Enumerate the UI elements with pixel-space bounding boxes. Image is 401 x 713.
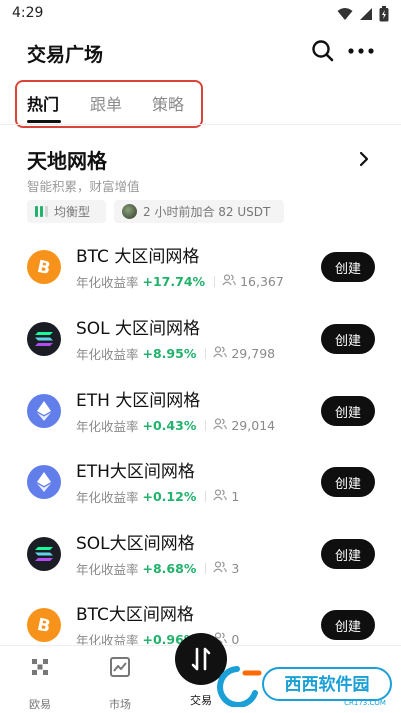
battery-icon <box>379 6 389 22</box>
bot-meta: 年化收益率 +0.12% 1 <box>76 487 239 506</box>
chevron-right-icon[interactable] <box>356 150 372 168</box>
create-button[interactable]: 创建 <box>321 610 375 640</box>
apy-label: 年化收益率 <box>76 419 139 434</box>
list-item[interactable]: SOL 大区间网格年化收益率 +8.95% 29,798 创建 <box>0 312 401 372</box>
bot-meta: 年化收益率 +0.43% 29,014 <box>76 416 275 435</box>
bot-meta: 年化收益率 +17.74% 16,367 <box>76 272 284 291</box>
bot-meta: 年化收益率 +8.95% 29,798 <box>76 344 275 363</box>
section-subtitle: 智能积累，财富增值 <box>27 179 140 194</box>
watermark-text: 西西软件园 <box>285 674 370 695</box>
users-icon <box>213 346 228 361</box>
trade-swap-icon <box>191 647 211 671</box>
bot-title: ETH大区间网格 <box>76 462 195 482</box>
tab-copy-trading[interactable]: 跟单 <box>90 91 122 115</box>
bot-meta: 年化收益率 +8.68% 3 <box>76 559 239 578</box>
user-count: 29,014 <box>231 418 276 433</box>
page-title: 交易广场 <box>27 44 104 66</box>
user-count: 16,367 <box>240 274 284 289</box>
users-icon <box>213 418 228 433</box>
users-icon <box>213 489 228 504</box>
risk-bars-icon <box>35 206 48 217</box>
list-item[interactable]: SOL大区间网格年化收益率 +8.68% 3 创建 <box>0 527 401 587</box>
avatar <box>122 204 137 219</box>
apy-value: +17.74% <box>142 274 206 289</box>
create-button[interactable]: 创建 <box>321 396 375 426</box>
risk-level-label: 均衡型 <box>54 205 91 219</box>
status-bar: 4:29 <box>0 0 401 28</box>
search-icon <box>312 40 334 62</box>
sol-icon <box>27 322 61 356</box>
section-title[interactable]: 天地网格 <box>27 145 107 174</box>
search-button[interactable] <box>310 38 336 64</box>
bot-title: SOL大区间网格 <box>76 534 195 554</box>
signal-icon <box>360 8 372 20</box>
list-item[interactable]: B BTC 大区间网格年化收益率 +17.74% 16,367 创建 <box>0 240 401 300</box>
tab-strategy[interactable]: 策略 <box>152 91 184 115</box>
tab-hot[interactable]: 热门 <box>27 91 59 115</box>
apy-label: 年化收益率 <box>76 490 139 505</box>
users-icon <box>213 561 228 576</box>
btc-icon: B <box>27 250 61 284</box>
bot-title: SOL 大区间网格 <box>76 319 201 339</box>
tabs-divider <box>0 124 401 125</box>
nav-label-market: 市场 <box>109 698 131 711</box>
divider <box>214 276 216 287</box>
bot-title: ETH 大区间网格 <box>76 391 201 411</box>
eth-icon <box>27 465 61 499</box>
recent-join-chip: 2 小时前加合 82 USDT <box>114 200 284 223</box>
list-item[interactable]: ETH大区间网格年化收益率 +0.12% 1 创建 <box>0 455 401 515</box>
divider <box>205 491 207 502</box>
svg-text:B: B <box>35 615 52 636</box>
okx-logo-icon <box>32 659 48 675</box>
apy-value: +0.12% <box>142 489 197 504</box>
bot-title: BTC 大区间网格 <box>76 247 200 267</box>
apy-value: +0.43% <box>142 418 197 433</box>
apy-label: 年化收益率 <box>76 347 139 362</box>
recent-join-text: 2 小时前加合 82 USDT <box>143 205 271 219</box>
users-icon <box>222 274 236 289</box>
user-count: 1 <box>231 489 240 504</box>
status-time: 4:29 <box>12 5 44 21</box>
watermark-url: CR173.COM <box>344 699 386 707</box>
create-button[interactable]: 创建 <box>321 324 375 354</box>
apy-label: 年化收益率 <box>76 275 139 290</box>
status-icons <box>337 6 389 22</box>
tab-active-indicator <box>27 120 61 123</box>
apy-value: +8.95% <box>142 346 197 361</box>
create-button[interactable]: 创建 <box>321 539 375 569</box>
divider <box>205 348 207 359</box>
nav-item-okx[interactable]: 欧易 <box>10 656 70 712</box>
more-icon <box>348 48 374 54</box>
nav-item-market[interactable]: 市场 <box>90 656 150 712</box>
watermark-logo: 西西软件园 CR173.COM <box>217 666 392 707</box>
list-item[interactable]: ETH 大区间网格年化收益率 +0.43% 29,014 创建 <box>0 384 401 444</box>
nav-label-okx: 欧易 <box>29 698 51 711</box>
header: 交易广场 <box>0 30 401 74</box>
divider <box>205 420 207 431</box>
create-button[interactable]: 创建 <box>321 252 375 282</box>
risk-level-chip: 均衡型 <box>27 200 106 223</box>
chart-icon <box>110 657 130 677</box>
apy-label: 年化收益率 <box>76 562 139 577</box>
wifi-icon <box>337 8 353 20</box>
bot-title: BTC大区间网格 <box>76 605 194 625</box>
more-button[interactable] <box>345 38 377 64</box>
sol-icon <box>27 537 61 571</box>
eth-icon <box>27 394 61 428</box>
svg-text:B: B <box>35 257 52 278</box>
create-button[interactable]: 创建 <box>321 467 375 497</box>
apy-value: +8.68% <box>142 561 197 576</box>
user-count: 3 <box>231 561 240 576</box>
btc-icon: B <box>27 608 61 642</box>
user-count: 29,798 <box>231 346 276 361</box>
divider <box>205 563 207 574</box>
